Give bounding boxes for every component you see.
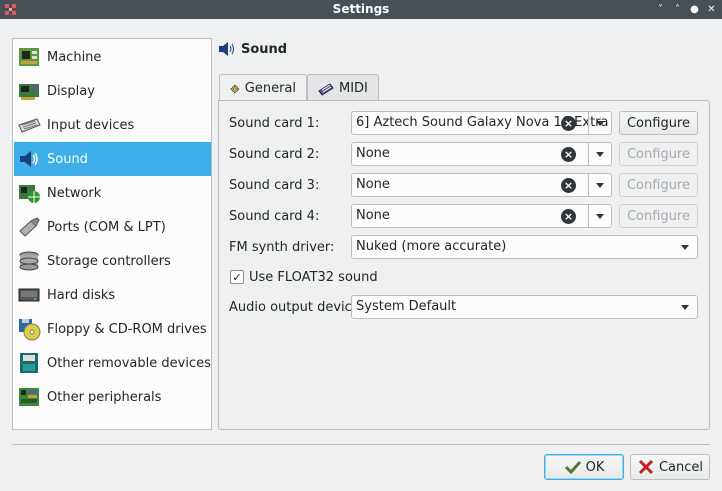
sidebar-item-machine[interactable]: Machine	[14, 40, 211, 74]
clear-icon[interactable]: ×	[561, 178, 576, 193]
divider	[12, 444, 710, 445]
sidebar-item-ports[interactable]: Ports (COM & LPT)	[14, 210, 211, 244]
settings-category-list[interactable]: Machine Display Input devices Sound Netw…	[12, 38, 212, 430]
floppy-cdrom-icon	[19, 319, 41, 341]
audio-output-value: System Default	[356, 299, 457, 314]
sidebar-item-label: Network	[47, 185, 102, 201]
combo-separator	[588, 174, 589, 196]
minimize-button[interactable]: ˅	[654, 3, 667, 16]
tab-label: MIDI	[339, 80, 368, 96]
sidebar-item-label: Ports (COM & LPT)	[47, 219, 166, 235]
fm-synth-value: Nuked (more accurate)	[356, 239, 507, 254]
sound-card-1-configure-button[interactable]: Configure	[619, 111, 698, 135]
sound-card-3-configure-button[interactable]: Configure	[619, 173, 698, 197]
port-connector-icon	[19, 217, 40, 237]
sidebar-item-label: Other peripherals	[47, 389, 162, 405]
audio-output-select[interactable]: System Default	[351, 295, 698, 319]
sound-card-4-label: Sound card 4:	[229, 208, 320, 224]
clear-icon[interactable]: ×	[561, 209, 576, 224]
cancel-label: Cancel	[658, 459, 704, 475]
keyboard-icon	[18, 118, 41, 133]
sidebar-item-removable-devices[interactable]: Other removable devices	[14, 346, 211, 380]
chevron-down-icon[interactable]	[596, 214, 604, 219]
window-title: Settings	[332, 2, 390, 16]
title-bar: Settings ˅ ˄ ● ✕	[0, 0, 722, 19]
maximize-button[interactable]: ˄	[671, 3, 684, 16]
sound-card-1-label: Sound card 1:	[229, 115, 320, 131]
sidebar-item-other-peripherals[interactable]: Other peripherals	[14, 380, 211, 414]
sidebar-item-network[interactable]: Network	[14, 176, 211, 210]
page-title: Sound	[241, 41, 288, 57]
sidebar-item-input-devices[interactable]: Input devices	[14, 108, 211, 142]
sidebar-item-label: Hard disks	[47, 287, 116, 303]
network-card-icon	[19, 185, 40, 203]
keep-above-button[interactable]: ●	[688, 3, 701, 16]
sound-card-3-value: None	[356, 177, 390, 192]
cancel-x-icon	[638, 459, 654, 475]
tab-midi[interactable]: MIDI	[307, 74, 379, 101]
sidebar-item-label: Floppy & CD-ROM drives	[47, 321, 207, 337]
page-header: Sound	[218, 38, 287, 60]
combo-separator	[588, 112, 589, 134]
sound-card-2-configure-button[interactable]: Configure	[619, 142, 698, 166]
ok-label: OK	[585, 459, 605, 475]
sidebar-item-storage-controllers[interactable]: Storage controllers	[14, 244, 211, 278]
sound-card-4-select[interactable]: None ×	[351, 204, 612, 228]
removable-device-icon	[20, 353, 38, 373]
sound-card-2-value: None	[356, 146, 390, 161]
sidebar-item-label: Display	[47, 83, 95, 99]
sidebar-item-floppy-cdrom[interactable]: Floppy & CD-ROM drives	[14, 312, 211, 346]
display-card-icon	[19, 84, 39, 100]
float32-checkbox[interactable]: ✓	[230, 270, 244, 284]
sound-card-2-label: Sound card 2:	[229, 146, 320, 162]
sidebar-item-hard-disks[interactable]: Hard disks	[14, 278, 211, 312]
sound-card-3-select[interactable]: None ×	[351, 173, 612, 197]
checkmark-icon	[564, 460, 581, 475]
sound-card-1-select[interactable]: 6] Aztech Sound Galaxy Nova 16 Extra ×	[351, 111, 612, 135]
midi-keyboard-icon	[318, 83, 334, 96]
tab-general[interactable]: General	[219, 74, 307, 102]
sound-card-4-value: None	[356, 208, 390, 223]
tab-label: General	[244, 81, 296, 96]
sidebar-item-label: Storage controllers	[47, 253, 171, 269]
sidebar-item-label: Machine	[47, 49, 102, 65]
clear-icon[interactable]: ×	[561, 147, 576, 162]
sound-card-2-select[interactable]: None ×	[351, 142, 612, 166]
chevron-down-icon[interactable]	[681, 245, 689, 250]
sound-card-3-label: Sound card 3:	[229, 177, 320, 193]
sidebar-item-label: Other removable devices	[47, 355, 211, 371]
speaker-icon	[20, 151, 38, 167]
sound-card-4-configure-button[interactable]: Configure	[619, 204, 698, 228]
chevron-down-icon[interactable]	[681, 305, 689, 310]
machine-chip-icon	[19, 48, 39, 66]
combo-separator	[588, 143, 589, 165]
audio-output-label: Audio output device:	[229, 299, 365, 315]
ok-button[interactable]: OK	[544, 454, 624, 480]
fm-synth-label: FM synth driver:	[229, 239, 335, 255]
fm-synth-select[interactable]: Nuked (more accurate)	[351, 235, 698, 259]
sidebar-item-label: Sound	[47, 151, 88, 167]
chevron-down-icon[interactable]	[596, 121, 604, 126]
combo-separator	[588, 205, 589, 227]
gear-icon	[230, 84, 240, 93]
float32-label[interactable]: Use FLOAT32 sound	[249, 266, 378, 288]
speaker-icon	[219, 42, 234, 56]
clear-icon[interactable]: ×	[561, 116, 576, 131]
cancel-button[interactable]: Cancel	[630, 454, 710, 480]
close-button[interactable]: ✕	[705, 3, 718, 16]
sidebar-item-label: Input devices	[47, 117, 135, 133]
chevron-down-icon[interactable]	[596, 183, 604, 188]
disk-stack-icon	[19, 251, 39, 271]
sidebar-item-display[interactable]: Display	[14, 74, 211, 108]
peripheral-board-icon	[19, 388, 39, 406]
sidebar-item-sound[interactable]: Sound	[14, 142, 211, 176]
hard-disk-icon	[18, 288, 40, 302]
chevron-down-icon[interactable]	[596, 152, 604, 157]
